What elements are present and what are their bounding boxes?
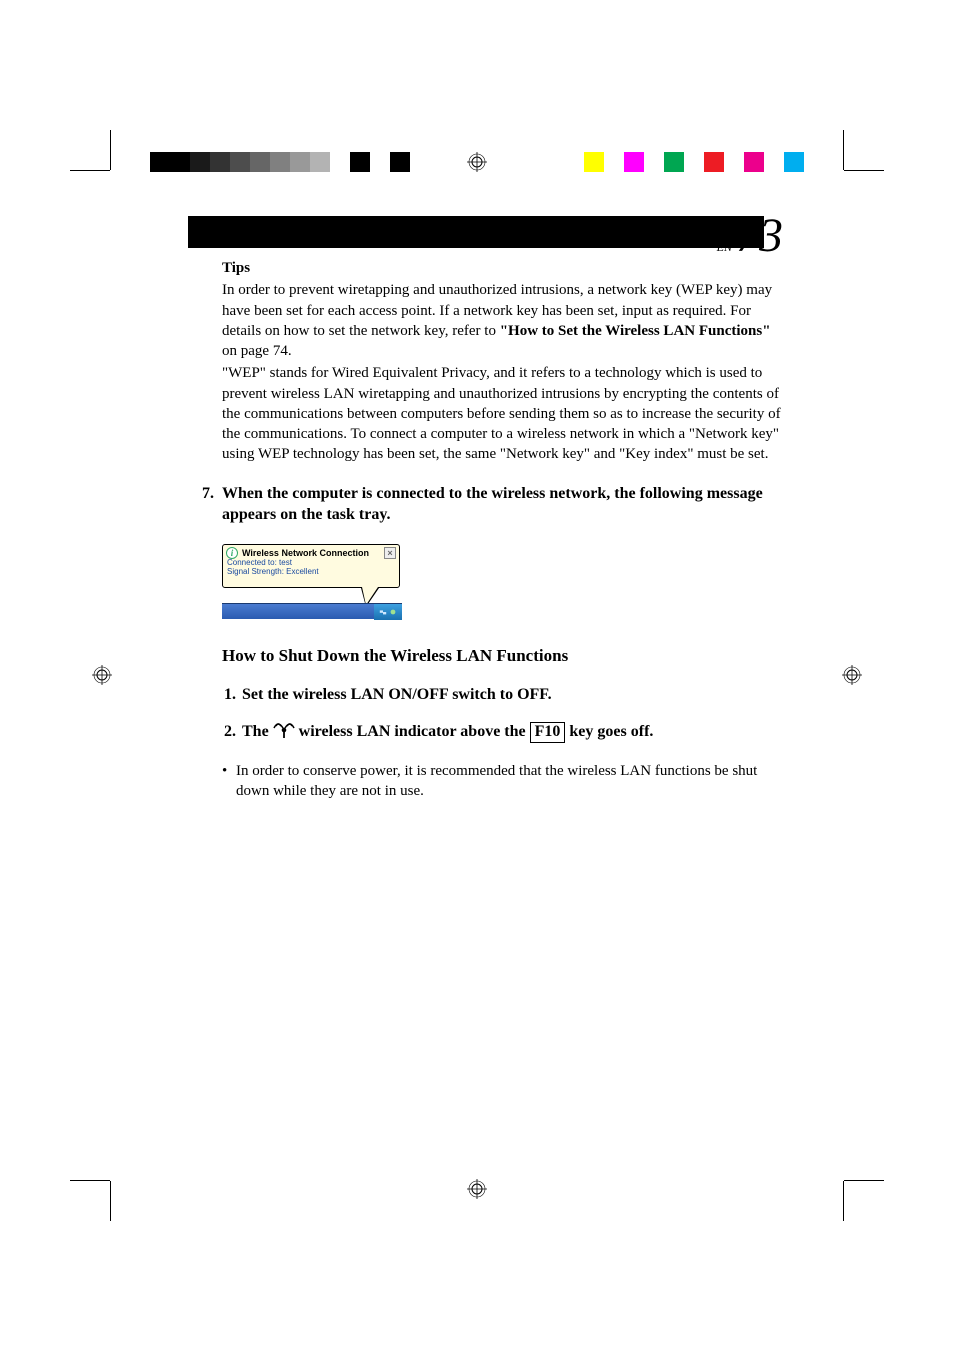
registration-mark-top — [467, 152, 487, 172]
page-body: Tips In order to prevent wiretapping and… — [222, 258, 782, 801]
bullet-text: In order to conserve power, it is recomm… — [236, 761, 782, 802]
grayscale-color-bar — [150, 152, 410, 172]
tray-network-icon — [379, 608, 387, 616]
step-2-pre: The — [242, 723, 273, 740]
tips-paragraph-1: In order to prevent wiretapping and unau… — [222, 280, 782, 361]
wireless-lan-icon — [273, 723, 295, 739]
bullet-dot: • — [222, 761, 236, 802]
taskbar-notification-sample: i Wireless Network Connection × Connecte… — [222, 544, 402, 619]
notification-balloon: i Wireless Network Connection × Connecte… — [222, 544, 400, 588]
registration-mark-left — [92, 665, 112, 685]
registration-mark-bottom — [467, 1179, 487, 1199]
step-2: 2. The wireless LAN indicator above the … — [222, 721, 782, 743]
tray-volume-icon — [389, 608, 397, 616]
f10-key-icon: F10 — [530, 722, 566, 742]
step-1-number: 1. — [216, 684, 236, 706]
page-number-value: 73 — [736, 209, 782, 262]
page-lang-label: EN — [717, 240, 732, 254]
taskbar — [222, 603, 402, 619]
header-black-bar — [188, 216, 764, 248]
step-2-mid: wireless LAN indicator above the — [295, 723, 530, 740]
step-2-text: The wireless LAN indicator above the F10… — [242, 721, 782, 743]
step-7-number: 7. — [194, 483, 214, 526]
system-tray — [374, 604, 402, 620]
step-1-text: Set the wireless LAN ON/OFF switch to OF… — [242, 684, 782, 706]
bullet-note: • In order to conserve power, it is reco… — [222, 761, 782, 802]
process-color-bar — [584, 152, 804, 172]
tips-p1-text-b: on page 74. — [222, 343, 292, 359]
step-7-text: When the computer is connected to the wi… — [222, 483, 782, 526]
registration-mark-right — [842, 665, 862, 685]
section-heading-shutdown: How to Shut Down the Wireless LAN Functi… — [222, 645, 782, 668]
step-7: 7. When the computer is connected to the… — [222, 483, 782, 526]
notification-line-2: Signal Strength: Excellent — [227, 568, 395, 577]
step-2-post: key goes off. — [565, 723, 653, 740]
step-2-number: 2. — [216, 721, 236, 743]
info-icon: i — [226, 547, 238, 559]
notification-title: Wireless Network Connection — [242, 547, 369, 559]
tips-paragraph-2: "WEP" stands for Wired Equivalent Privac… — [222, 363, 782, 464]
tips-p1-bold-ref: "How to Set the Wireless LAN Functions" — [500, 323, 771, 339]
close-icon[interactable]: × — [384, 547, 396, 559]
step-1: 1. Set the wireless LAN ON/OFF switch to… — [222, 684, 782, 706]
page-number: EN 73 — [717, 208, 782, 263]
tips-heading: Tips — [222, 258, 782, 278]
